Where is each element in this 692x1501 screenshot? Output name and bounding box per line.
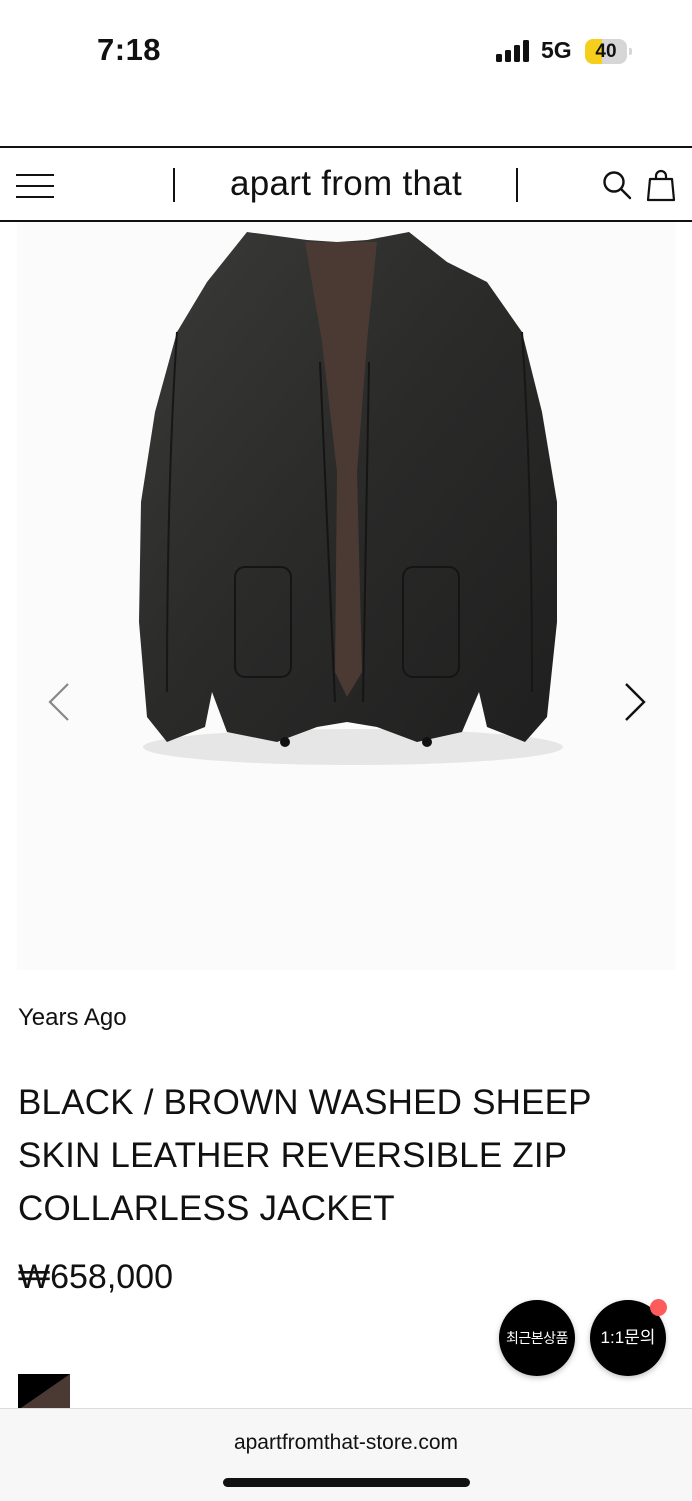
shopping-bag-icon[interactable] (646, 168, 676, 202)
battery-level: 40 (595, 41, 617, 62)
network-type: 5G (541, 37, 572, 63)
search-icon[interactable] (602, 170, 632, 200)
site-logo[interactable]: apart from that (178, 164, 514, 204)
product-image[interactable] (17, 222, 675, 970)
battery-icon: 40 (585, 39, 632, 64)
site-header: apart from that (0, 146, 692, 222)
product-title: BLACK / BROWN WASHED SHEEP SKIN LEATHER … (18, 1083, 592, 1228)
home-indicator[interactable] (223, 1478, 470, 1487)
url-text: apartfromthat-store.com (233, 1431, 459, 1454)
color-swatch[interactable] (18, 1374, 70, 1410)
recently-viewed-button[interactable]: 최근본상품 (499, 1300, 575, 1376)
status-time: 7:18 (97, 32, 162, 67)
product-price: ₩658,000 (18, 1258, 173, 1296)
product-brand-link[interactable]: Years Ago (18, 1004, 127, 1032)
chevron-left-icon[interactable] (40, 672, 80, 732)
notification-dot (650, 1299, 667, 1316)
browser-address-bar[interactable]: apartfromthat-store.com (0, 1408, 692, 1501)
header-divider-left (173, 168, 175, 202)
jacket-photo (139, 232, 563, 765)
chevron-right-icon[interactable] (614, 672, 654, 732)
status-bar: 7:18 5G 40 (0, 0, 692, 100)
signal-strength-icon (496, 40, 532, 62)
hamburger-menu-icon[interactable] (16, 172, 54, 200)
header-divider-right (516, 168, 518, 202)
